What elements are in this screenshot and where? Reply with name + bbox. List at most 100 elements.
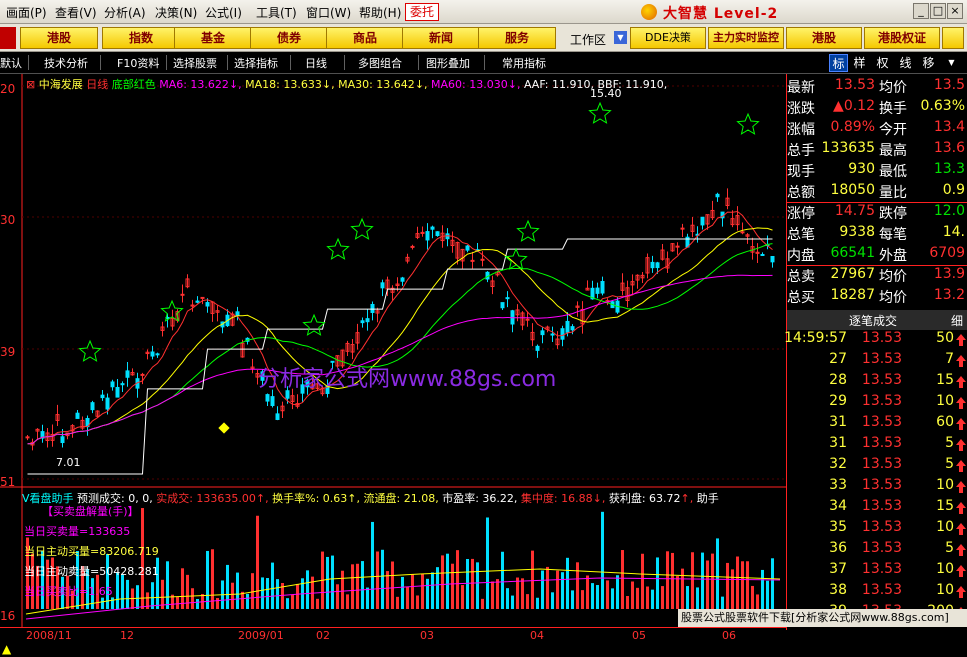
nav-service[interactable]: 服务 [478,27,556,49]
tick-time: 31 [829,435,847,451]
volume-bar [681,568,684,609]
up-arrow-icon [956,418,966,430]
volume-bar [636,587,639,609]
menu-help[interactable]: 帮助(H) [359,4,401,21]
candle-body [570,326,575,331]
side-tab-line[interactable]: 线 [896,54,915,72]
candle-body [650,261,655,269]
float-cap: 流通盘: 21.08 [363,492,436,505]
up-arrow-icon [956,334,966,346]
indicator-name: 底部红色 [111,78,156,91]
tool-common-indicators[interactable]: 常用指标 [502,55,546,71]
tick-header-title[interactable]: 逐笔成交 [849,312,897,329]
entrust-button[interactable]: 委托 [405,3,439,21]
up-arrow-icon [956,376,966,388]
nav-hk-warrant[interactable]: 港股权证 [864,27,940,49]
volume-bar [581,590,584,609]
nav-news[interactable]: 新闻 [402,27,480,49]
nav-main-force[interactable]: 主力实时监控 [708,27,784,49]
quote-row: 总手 133635 最高 13.6 [787,140,967,161]
menu-view-screen[interactable]: 画面(P) [6,4,47,21]
tick-price: 13.53 [861,435,902,451]
nav-hk-stocks[interactable]: 港股 [20,27,98,49]
support-line [27,238,773,475]
tick-time: 36 [829,540,847,556]
side-tab-quote[interactable]: 标 [829,54,848,72]
tick-row: 29 13.53 10 [787,393,967,414]
minimize-icon[interactable]: _ [913,3,929,19]
tool-select-stock[interactable]: 选择股票 [173,55,217,71]
candle-body [540,330,545,336]
nav-dde[interactable]: DDE决策 [630,27,706,49]
scroll-up-icon[interactable]: ▲ [2,642,11,656]
nav-more[interactable] [942,27,964,49]
volume-bar [566,557,569,609]
volume-bar [721,596,724,609]
volume-bar [481,598,484,609]
quote-value: 13.9 [933,266,965,282]
menu-window[interactable]: 窗口(W) [306,4,351,21]
quote-label: 均价 [879,290,907,306]
quote-value: 0.9 [942,182,965,198]
menu-analysis[interactable]: 分析(A) [104,4,146,21]
toolbar-divider [418,55,419,70]
close-icon[interactable]: × [947,3,963,19]
quote-label: 总卖 [787,269,815,285]
menu-view[interactable]: 查看(V) [55,4,97,21]
tool-default[interactable]: 默认 [0,55,22,71]
workarea-dropdown-icon[interactable]: ▼ [614,31,627,44]
volume-bar [446,553,449,609]
candle-body [275,413,280,420]
maximize-icon[interactable]: □ [930,3,946,19]
candle-body [380,282,385,289]
tool-daily[interactable]: 日线 [305,55,327,71]
profit-ratio: 获利盘: 63.72 [608,492,681,505]
menu-formula[interactable]: 公式(I) [205,4,242,21]
chart-close-icon[interactable]: ⊠ [26,78,35,91]
toolbar-divider [484,55,485,70]
tool-f10[interactable]: F10资料 [117,55,159,71]
quote-label: 涨幅 [787,122,815,138]
side-tab-move[interactable]: 移 [919,54,938,72]
nav-fund[interactable]: 基金 [174,27,252,49]
toolbar-divider [100,55,101,70]
volume-bar [761,569,764,609]
volume-bar [666,551,669,609]
tick-time: 29 [829,393,847,409]
tick-row: 14:59:57 13.53 50 [784,330,967,351]
quote-row: 内盘 66541 外盘 6709 [787,245,967,266]
nav-hk2[interactable]: 港股 [786,27,862,49]
tick-header-detail[interactable]: 细 [951,312,963,329]
side-tab-rights[interactable]: 权 [873,54,892,72]
tick-time: 14:59:57 [784,330,847,346]
nav-commodity[interactable]: 商品 [326,27,404,49]
volume-bar [226,564,229,609]
quote-label: 总笔 [787,227,815,243]
tick-volume: 15 [936,372,954,388]
volume-bar [331,555,334,609]
volume-bar [501,551,504,609]
tool-overlay[interactable]: 图形叠加 [426,55,470,71]
nav-index[interactable]: 指数 [102,27,180,49]
nav-bond[interactable]: 债券 [250,27,328,49]
nav-left-button[interactable] [0,27,16,49]
quote-value: 9338 [839,224,875,240]
volume-bar [766,580,769,609]
volume-bar [491,581,494,609]
side-tab-sample[interactable]: 样 [850,54,869,72]
volume-bar [346,594,349,609]
menu-decision[interactable]: 决策(N) [155,4,197,21]
tool-select-indicator[interactable]: 选择指标 [234,55,278,71]
menu-tools[interactable]: 工具(T) [256,4,297,21]
quote-label: 最低 [879,164,907,180]
volume-bar [546,566,549,609]
tool-multi-chart[interactable]: 多图组合 [358,55,402,71]
volume-bar [586,575,589,609]
tick-header: 逐笔成交 细 [786,310,967,330]
volume-bar [451,563,454,609]
volume-bar [76,551,79,609]
volume-bar [306,570,309,609]
tool-tech-analysis[interactable]: 技术分析 [44,55,88,71]
volume-bar [741,561,744,609]
side-tab-dropdown-icon[interactable]: ▼ [942,54,961,72]
